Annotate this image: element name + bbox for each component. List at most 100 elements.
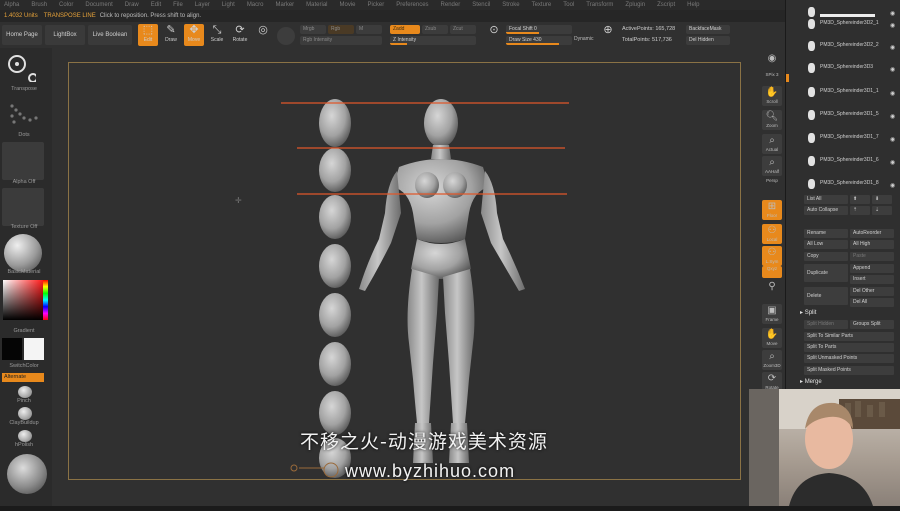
menu-marker[interactable]: Marker [275,0,294,10]
switch-color-label[interactable]: SwitchColor [0,363,48,369]
split-to-parts-button[interactable]: Split To Parts [804,343,894,352]
actual-button[interactable]: ⌕ Actual [762,134,782,154]
pinch-brush-icon[interactable] [18,386,32,398]
bpr-button[interactable]: ◉ [762,52,782,72]
menu-zscript[interactable]: Zscript [657,0,675,10]
menu-stroke[interactable]: Stroke [502,0,519,10]
m-toggle[interactable]: M [356,25,382,34]
color-picker[interactable] [3,280,43,320]
menu-help[interactable]: Help [687,0,699,10]
move-down-button[interactable]: ⬇ [872,195,892,204]
menu-alpha[interactable]: Alpha [4,0,19,10]
auto-collapse-button[interactable]: Auto Collapse [804,206,848,215]
dynamic-toggle[interactable]: Dynamic [574,36,593,42]
z-intensity-slider[interactable]: Z Intensity [390,36,476,45]
eye-icon[interactable]: ◉ [890,159,895,166]
dot-icon[interactable] [277,27,295,45]
groups-split-button[interactable]: Groups Split [850,320,894,329]
eye-icon[interactable]: ◉ [890,136,895,143]
eye-icon[interactable]: ◉ [890,182,895,189]
rename-button[interactable]: Rename [804,229,848,238]
floor-button[interactable]: ⊞ Floor [762,200,782,220]
alpha-slot[interactable] [2,142,44,180]
split-section-header[interactable]: ▸ Split [800,309,816,316]
hpolish-brush-icon[interactable] [18,430,32,442]
menu-transform[interactable]: Transform [586,0,613,10]
subtool-item[interactable]: PM3D_Sphereinder3D1_1 ◉ [790,87,898,98]
gizmo-toggle-button[interactable]: ◎ [253,24,273,46]
zadd-toggle[interactable]: Zadd [390,25,420,34]
model-viewport[interactable]: ✛ [69,63,742,481]
split-unmasked-button[interactable]: Split Unmasked Points [804,354,894,363]
stroke-button[interactable] [6,100,42,130]
menu-material[interactable]: Material [306,0,327,10]
rgb-intensity-slider[interactable]: Rgb Intensity [300,36,382,45]
draw-size-slider[interactable]: Draw Size 430 [506,36,572,45]
local-button[interactable]: ⚇ Local [762,224,782,244]
arrow-up-button[interactable]: ⇡ [850,206,870,215]
subtool-item[interactable]: PM3D_Sphereinder3D1_5 ◉ [790,110,898,121]
subtool-item[interactable]: ◉ [790,7,898,18]
menu-document[interactable]: Document [85,0,112,10]
split-hidden-button[interactable]: Split Hidden [804,320,848,329]
menu-color[interactable]: Color [59,0,73,10]
subtool-scrollbar[interactable] [786,74,789,82]
focal-shift-slider[interactable]: Focal Shift 0 [506,25,572,34]
scale-mode-button[interactable]: ⤡ Scale [207,24,227,46]
eye-icon[interactable]: ◉ [890,90,895,97]
female-base-mesh[interactable] [359,99,525,463]
mrgb-toggle[interactable]: Mrgb [300,25,326,34]
copy-button[interactable]: Copy [804,252,848,261]
document-canvas[interactable]: ✛ [68,62,741,480]
del-all-button[interactable]: Del All [850,298,894,307]
paste-button[interactable]: Paste [850,252,894,261]
lightbox-button[interactable]: LightBox [45,25,85,45]
autoreorder-button[interactable]: AutoReorder [850,229,894,238]
menu-stencil[interactable]: Stencil [472,0,490,10]
aahalf-button[interactable]: ⌕ AAHalf [762,156,782,176]
menu-preferences[interactable]: Preferences [396,0,428,10]
persp-button[interactable]: Persp [762,178,782,198]
sculptris-icon[interactable]: ⊙ [484,24,504,46]
draw-mode-button[interactable]: ✎ Draw [161,24,181,46]
rgb-toggle[interactable]: Rgb [328,25,354,34]
live-boolean-button[interactable]: Live Boolean [88,25,132,45]
all-high-button[interactable]: All High [850,240,894,249]
zoom3d-button[interactable]: ⌕ Zoom3D [762,350,782,370]
menu-picker[interactable]: Picker [368,0,385,10]
subtool-item[interactable]: PM3D_Sphereinder3D1_8 ◉ [790,179,898,190]
menu-movie[interactable]: Movie [340,0,356,10]
move-view-button[interactable]: ✋ Move [762,328,782,348]
zcut-toggle[interactable]: Zcut [450,25,476,34]
menu-edit[interactable]: Edit [151,0,161,10]
material-sphere[interactable] [4,234,42,272]
duplicate-button[interactable]: Duplicate [804,264,848,282]
eye-icon[interactable]: ◉ [890,10,895,17]
zsub-toggle[interactable]: Zsub [422,25,448,34]
arrow-down-button[interactable]: ⇣ [872,206,892,215]
alternate-button[interactable]: Alternate [2,373,44,382]
claybuildup-brush-icon[interactable] [18,407,32,420]
home-page-button[interactable]: Home Page [2,25,42,45]
subtool-item[interactable]: PM3D_Sphereinder3D1_7 ◉ [790,133,898,144]
rotate-axis-icon[interactable]: ⚲ [762,280,782,300]
merge-section-header[interactable]: ▸ Merge [800,378,822,385]
insert-button[interactable]: Insert [850,275,894,284]
eye-icon[interactable]: ◉ [890,44,895,51]
scroll-button[interactable]: ✋ Scroll [762,86,782,106]
hue-strip[interactable] [43,280,48,320]
lsym-button[interactable]: ⚇ L.Sym [762,246,782,266]
subtool-item[interactable]: PM3D_Sphereinder3D2_2 ◉ [790,41,898,52]
move-up-button[interactable]: ⬆ [850,195,870,204]
frame-button[interactable]: ▣ Frame [762,304,782,324]
append-button[interactable]: Append [850,264,894,273]
list-all-button[interactable]: List All [804,195,848,204]
eye-icon[interactable]: ◉ [890,66,895,73]
eye-icon[interactable]: ◉ [890,113,895,120]
texture-slot[interactable] [2,188,44,226]
primary-color-swatch[interactable] [24,338,44,360]
menu-tool[interactable]: Tool [563,0,574,10]
menu-zplugin[interactable]: Zplugin [625,0,645,10]
delete-button[interactable]: Delete [804,287,848,305]
split-similar-parts-button[interactable]: Split To Similar Parts [804,332,894,341]
